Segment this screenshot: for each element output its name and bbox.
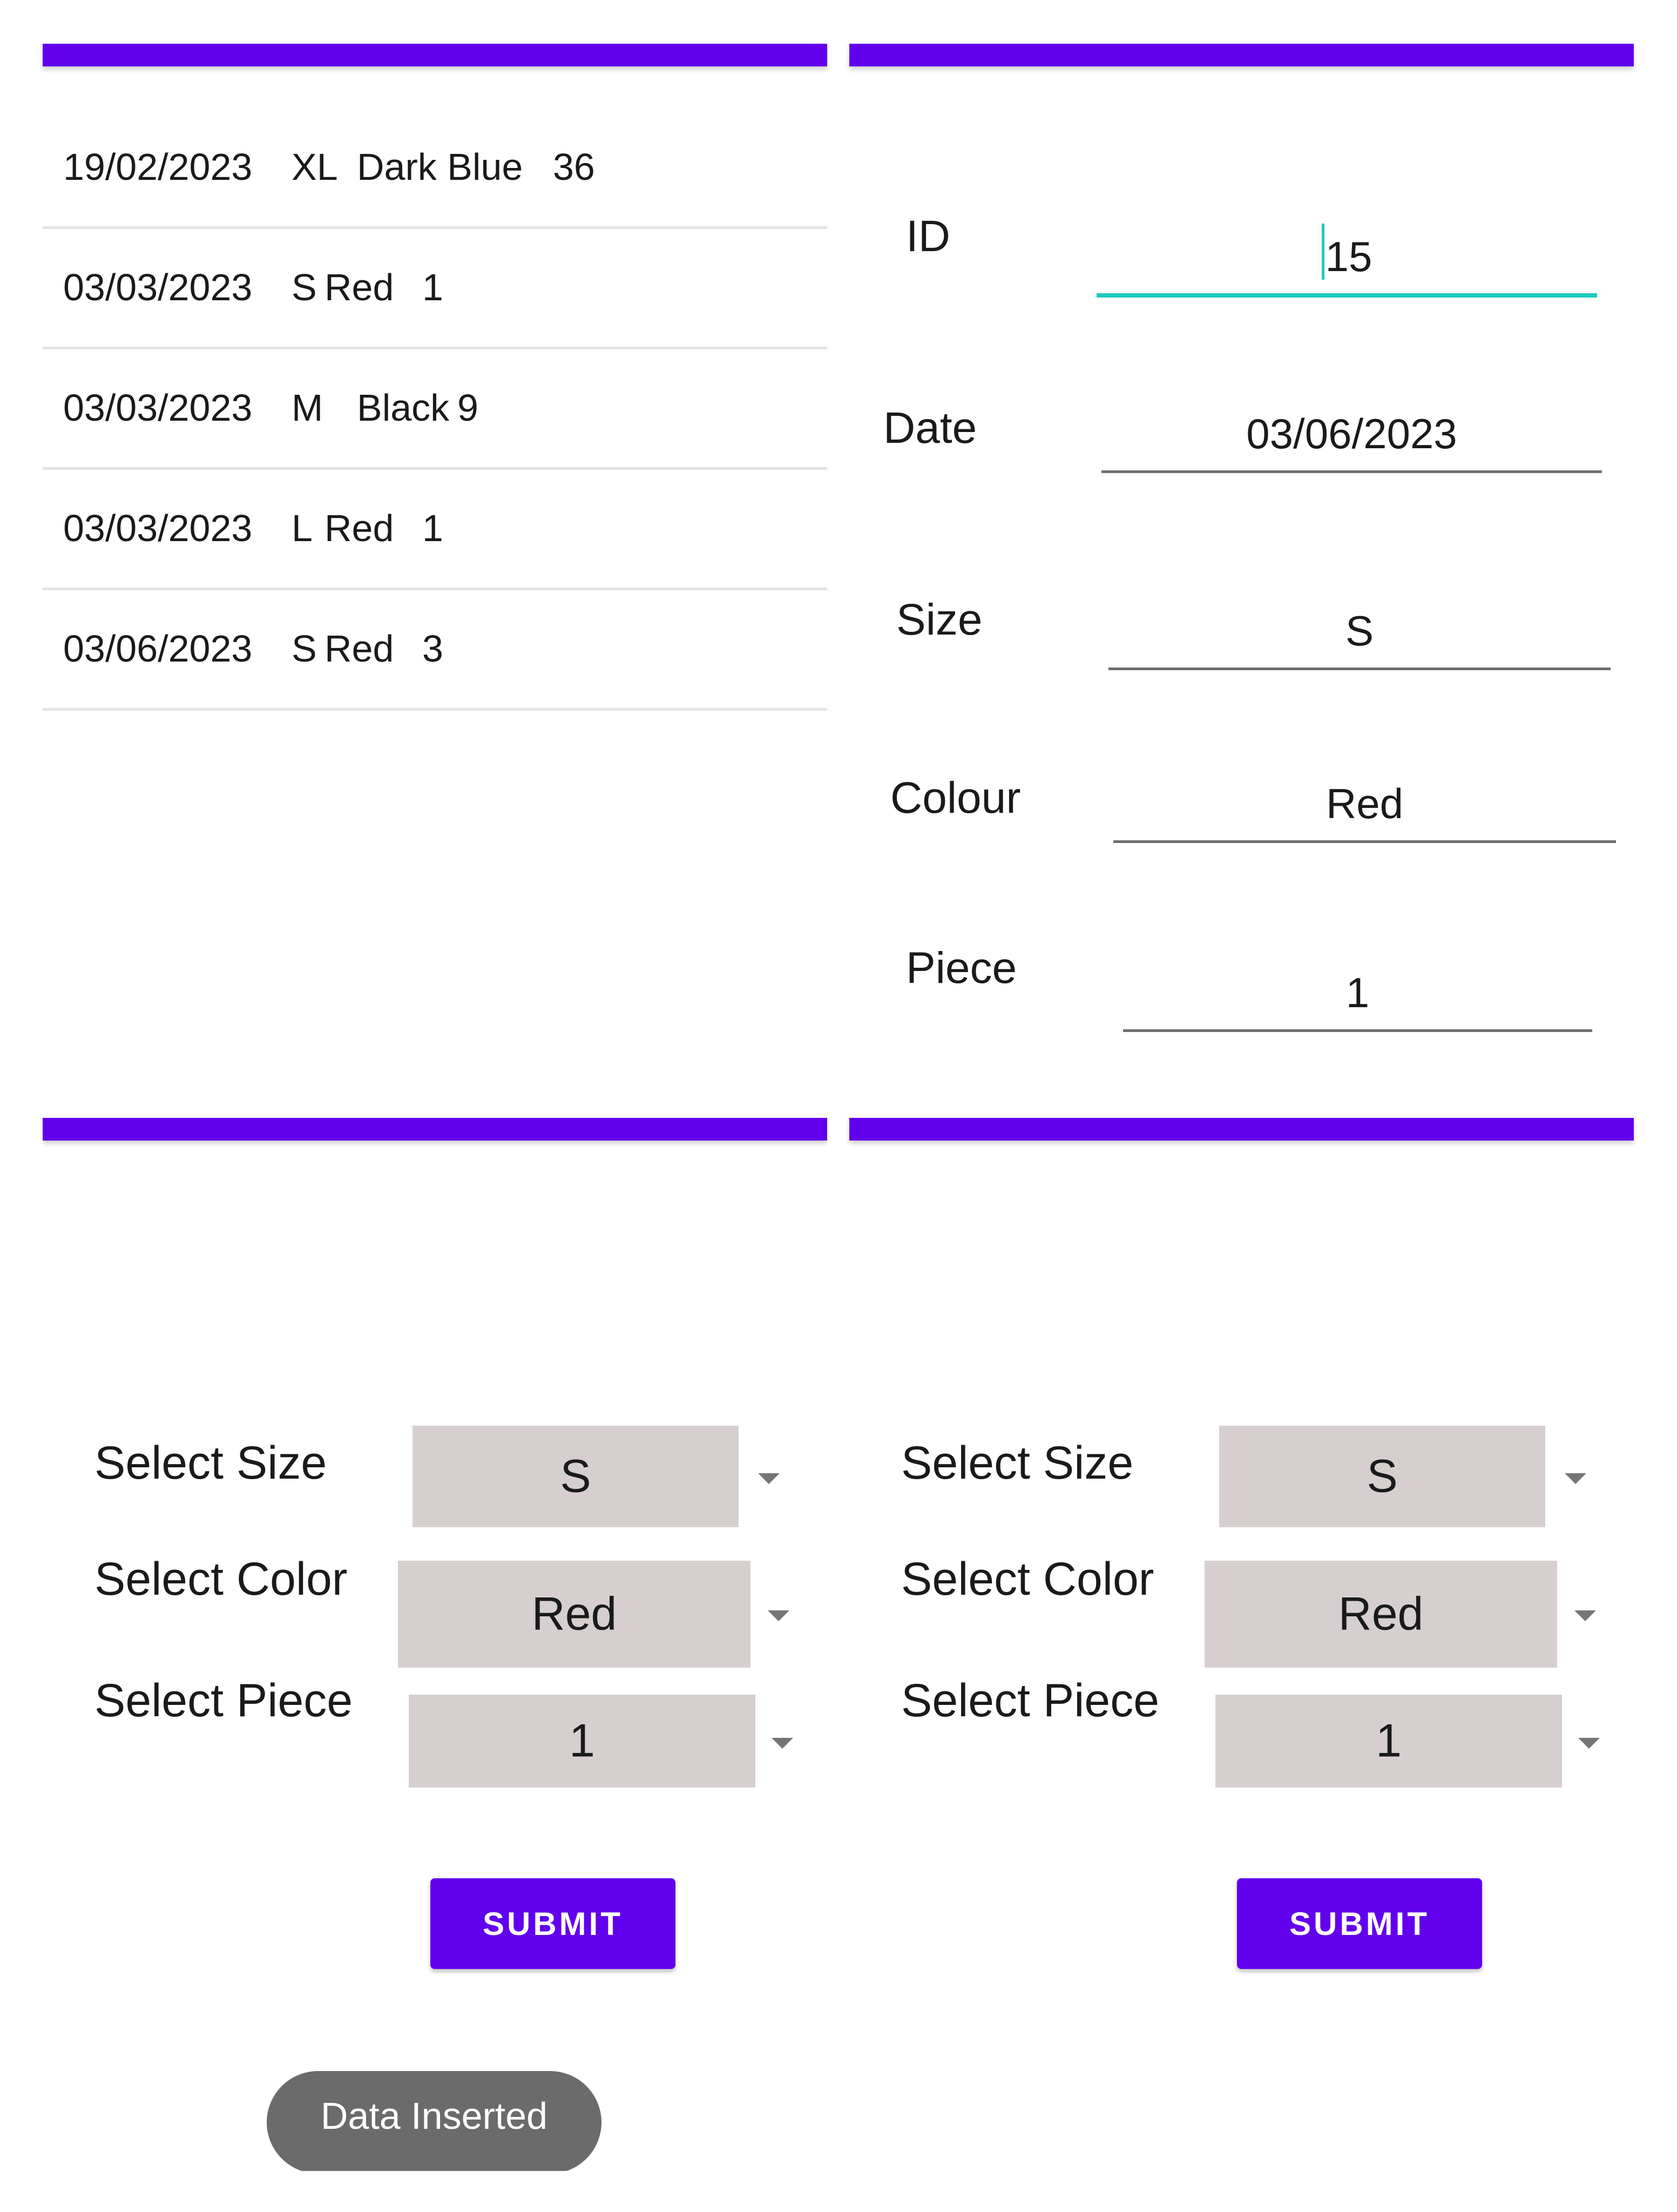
colour-value: Red [1326,780,1404,827]
record-colour: Black [357,387,450,429]
size-value: S [1345,607,1374,655]
submit-button[interactable]: SUBMIT [430,1878,675,1969]
piece-spinner[interactable]: 1 [409,1695,755,1788]
id-label: ID [906,212,950,261]
app-bar [849,1118,1634,1141]
size-field[interactable]: S [1108,600,1611,670]
colour-label: Colour [890,773,1021,822]
text-cursor [1321,224,1324,280]
size-spinner-value: S [1367,1450,1398,1502]
list-item[interactable]: 19/02/2023 XL Dark Blue 36 [43,109,827,229]
record-piece: 9 [457,387,478,429]
color-spinner[interactable]: Red [398,1561,750,1668]
record-piece: 1 [422,507,443,549]
record-date: 03/03/2023 [63,266,253,308]
app-bar [43,1118,827,1141]
record-size: S [292,266,317,308]
app-bar [43,44,827,66]
chevron-down-icon[interactable] [758,1473,780,1484]
toast-message: Data Inserted [267,2071,601,2171]
piece-spinner[interactable]: 1 [1215,1695,1562,1788]
record-date: 03/06/2023 [63,628,253,670]
record-piece: 36 [553,146,595,188]
piece-spinner-value: 1 [1376,1715,1402,1767]
submit-button[interactable]: SUBMIT [1237,1878,1482,1969]
record-size: M [292,387,323,429]
record-size: L [292,507,313,549]
chevron-down-icon[interactable] [772,1738,793,1749]
colour-field[interactable]: Red [1113,773,1616,843]
records-list-screen: 19/02/2023 XL Dark Blue 36 03/03/2023 S … [43,44,827,1097]
size-spinner[interactable]: S [413,1426,739,1527]
list-item[interactable]: 03/03/2023 S Red 1 [43,229,827,349]
piece-field[interactable]: 1 [1123,962,1592,1032]
record-piece: 3 [422,628,443,670]
chevron-down-icon[interactable] [1565,1473,1586,1484]
record-colour: Dark Blue [357,146,523,188]
color-spinner-value: Red [1338,1588,1424,1640]
record-detail-screen: ID 15 Date 03/06/2023 Size S Colour Red … [849,44,1634,1097]
piece-spinner-value: 1 [569,1715,595,1767]
record-size: S [292,628,317,670]
piece-label: Piece [906,943,1017,993]
size-spinner-value: S [560,1450,591,1502]
select-color-label: Select Color [901,1553,1154,1605]
color-spinner-value: Red [531,1588,617,1640]
record-date: 03/03/2023 [63,507,253,549]
date-value: 03/06/2023 [1246,410,1457,457]
record-size: XL [292,146,338,188]
list-item[interactable]: 03/03/2023 M Black 9 [43,349,827,470]
app-bar [849,44,1634,66]
size-label: Size [896,595,983,644]
id-value: 15 [1325,233,1372,280]
record-date: 03/03/2023 [63,387,253,429]
select-piece-label: Select Piece [94,1675,353,1727]
piece-value: 1 [1345,969,1370,1016]
color-spinner[interactable]: Red [1205,1561,1557,1668]
date-field[interactable]: 03/06/2023 [1101,403,1602,473]
chevron-down-icon[interactable] [768,1610,789,1621]
list-item[interactable]: 03/03/2023 L Red 1 [43,470,827,590]
record-colour: Red [324,628,394,670]
add-record-screen: Select Size S Select Color Red Select Pi… [43,1118,827,2171]
record-piece: 1 [422,266,443,308]
id-field[interactable]: 15 [1097,224,1597,298]
size-spinner[interactable]: S [1219,1426,1545,1527]
record-colour: Red [324,507,394,549]
select-color-label: Select Color [94,1553,348,1605]
chevron-down-icon[interactable] [1574,1610,1596,1621]
record-colour: Red [324,266,394,308]
select-size-label: Select Size [901,1437,1134,1489]
select-piece-label: Select Piece [901,1675,1160,1727]
record-date: 19/02/2023 [63,146,253,188]
chevron-down-icon[interactable] [1578,1738,1600,1749]
select-size-label: Select Size [94,1437,327,1489]
list-item[interactable]: 03/06/2023 S Red 3 [43,590,827,711]
add-record-screen: Select Size S Select Color Red Select Pi… [849,1118,1634,2171]
date-label: Date [883,403,977,453]
